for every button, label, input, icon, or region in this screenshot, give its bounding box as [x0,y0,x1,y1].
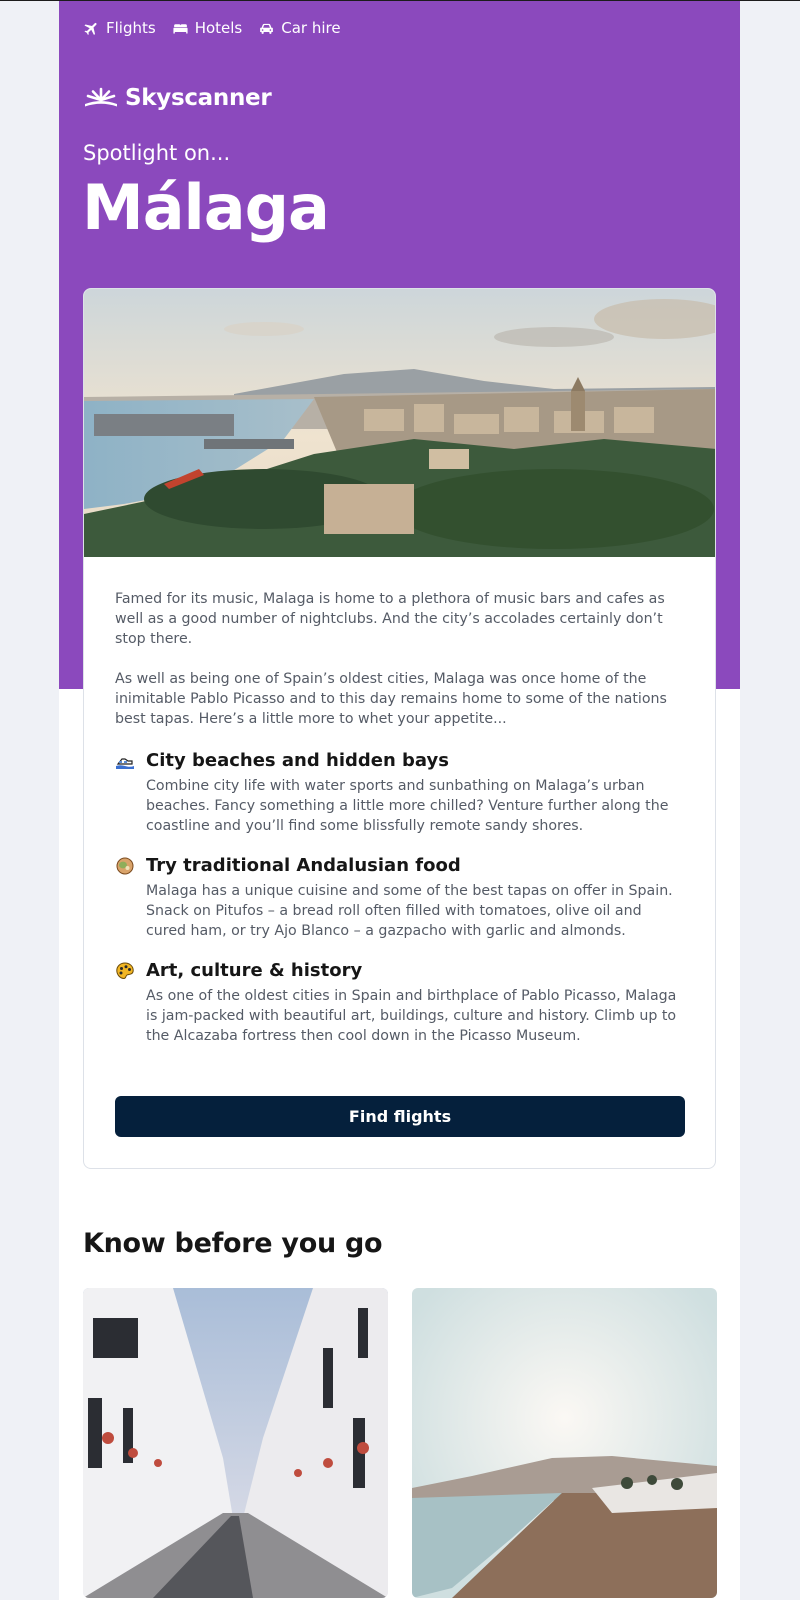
beach-coast-photo[interactable] [412,1288,717,1598]
skyscanner-logo[interactable]: Skyscanner [83,85,272,111]
hero-city-title: Málaga [82,171,330,244]
nav-hotels-label: Hotels [194,19,243,37]
plane-icon [84,22,97,35]
nav-flights-link[interactable]: Flights [83,19,156,37]
intro-paragraph-1: Famed for its music, Malaga is home to a… [115,591,665,647]
white-street-photo[interactable] [83,1288,388,1598]
intro-paragraph-2: As well as being one of Spain’s oldest c… [115,671,667,727]
card-body: Famed for its music, Malaga is home to a… [115,589,685,1064]
brand-name: Skyscanner [125,85,272,111]
skyscanner-sunrise-icon [85,87,117,107]
bed-icon [173,23,188,33]
nav-car-hire-label: Car hire [281,19,341,37]
malaga-city-photo[interactable] [84,289,716,557]
destination-card: Famed for its music, Malaga is home to a… [83,288,716,1169]
palette-icon [116,962,134,980]
feature-beaches: City beaches and hidden bays Combine cit… [115,749,685,836]
feature-art: Art, culture & history As one of the old… [115,959,685,1046]
top-nav: Flights Hotels Car hire [83,17,341,39]
feature-beaches-text: Combine city life with water sports and … [146,778,669,834]
feature-art-text: As one of the oldest cities in Spain and… [146,988,677,1044]
food-bowl-icon [116,857,134,875]
feature-food: Try traditional Andalusian food Malaga h… [115,854,685,941]
hero-eyebrow: Spotlight on... [83,141,231,165]
know-before-you-go-heading: Know before you go [83,1228,383,1259]
feature-beaches-title: City beaches and hidden bays [146,750,449,771]
feature-art-title: Art, culture & history [146,960,363,981]
beach-icon [116,758,134,769]
feature-food-title: Try traditional Andalusian food [146,855,461,876]
feature-food-text: Malaga has a unique cuisine and some of … [146,883,673,939]
nav-car-hire-link[interactable]: Car hire [258,19,341,37]
nav-hotels-link[interactable]: Hotels [172,19,243,37]
nav-flights-label: Flights [106,19,156,37]
email-container: Flights Hotels Car hire Skyscanner Spotl… [59,1,740,1600]
car-icon [260,23,274,34]
find-flights-button[interactable]: Find flights [115,1096,685,1137]
